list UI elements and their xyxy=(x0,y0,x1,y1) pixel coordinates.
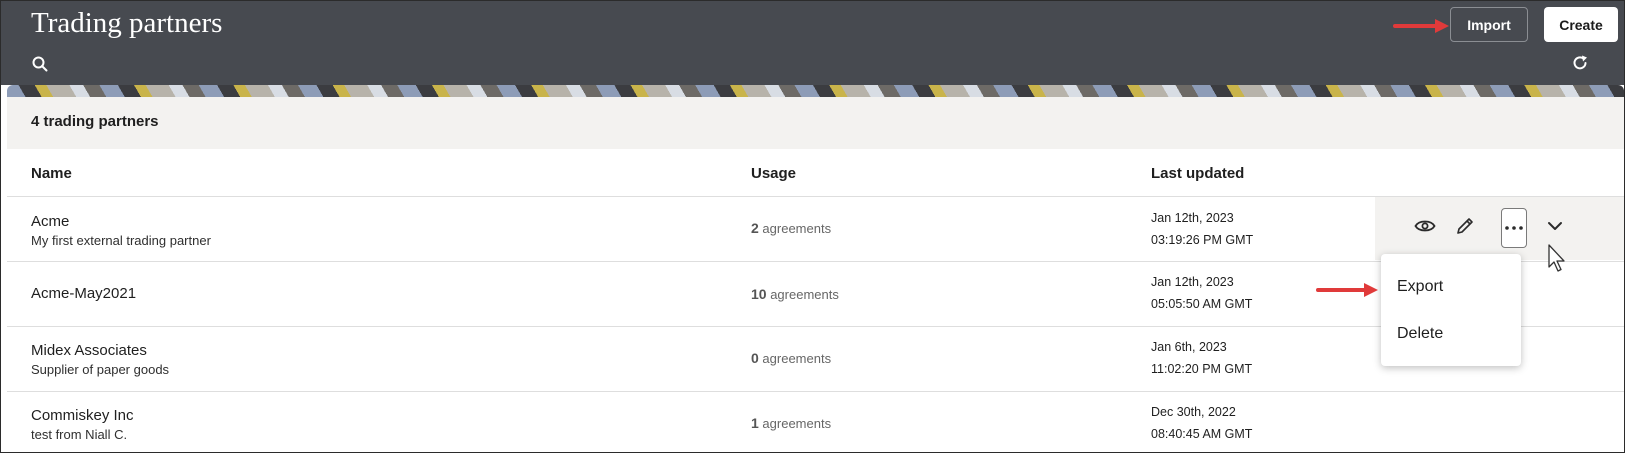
refresh-icon[interactable] xyxy=(1571,54,1589,72)
updated-time: 05:05:50 AM GMT xyxy=(1151,297,1253,311)
column-header-name[interactable]: Name xyxy=(31,165,72,182)
usage-unit: agreements xyxy=(762,416,832,431)
updated-date: Jan 12th, 2023 xyxy=(1151,211,1234,225)
ellipsis-icon xyxy=(1505,226,1523,230)
usage-unit: agreements xyxy=(770,287,839,302)
usage-cell: 0 agreements xyxy=(751,350,831,366)
usage-count: 10 xyxy=(751,286,767,302)
table-row[interactable]: Acme My first external trading partner 2… xyxy=(7,197,1624,262)
mouse-cursor-icon xyxy=(1548,244,1565,272)
delete-menu-item[interactable]: Delete xyxy=(1397,325,1443,343)
partner-description: Supplier of paper goods xyxy=(31,362,170,377)
usage-cell: 2 agreements xyxy=(751,220,831,236)
edit-pencil-icon[interactable] xyxy=(1453,214,1477,238)
partner-name[interactable]: Acme xyxy=(31,213,69,230)
row-actions xyxy=(1375,197,1624,260)
column-header-usage[interactable]: Usage xyxy=(751,165,796,182)
view-icon[interactable] xyxy=(1413,214,1437,238)
updated-time: 11:02:20 PM GMT xyxy=(1151,362,1253,376)
updated-date: Jan 6th, 2023 xyxy=(1151,340,1227,354)
partner-name[interactable]: Acme-May2021 xyxy=(31,285,136,302)
updated-time: 03:19:26 PM GMT xyxy=(1151,233,1254,247)
page-title: Trading partners xyxy=(31,7,223,39)
column-header-last-updated[interactable]: Last updated xyxy=(1151,165,1244,182)
usage-unit: agreements xyxy=(762,351,832,366)
page-header: Trading partners Import Create xyxy=(1,1,1624,85)
updated-time: 08:40:45 AM GMT xyxy=(1151,427,1253,441)
usage-cell: 1 agreements xyxy=(751,415,831,431)
updated-date: Jan 12th, 2023 xyxy=(1151,275,1234,289)
decorative-banner xyxy=(7,85,1624,97)
updated-date: Dec 30th, 2022 xyxy=(1151,405,1236,419)
import-button[interactable]: Import xyxy=(1450,7,1528,42)
export-menu-item[interactable]: Export xyxy=(1397,278,1443,296)
table-row[interactable]: Commiskey Inc test from Niall C. 1 agree… xyxy=(7,392,1624,452)
search-icon[interactable] xyxy=(31,55,49,73)
table-header: Name Usage Last updated xyxy=(7,149,1624,197)
partner-description: My first external trading partner xyxy=(31,233,211,248)
usage-unit: agreements xyxy=(762,221,832,236)
usage-count: 2 xyxy=(751,220,759,236)
partner-description: test from Niall C. xyxy=(31,427,128,442)
usage-count: 1 xyxy=(751,415,759,431)
arrow-pointer-icon xyxy=(1393,19,1449,33)
arrow-pointer-icon xyxy=(1316,283,1378,297)
usage-cell: 10 agreements xyxy=(751,286,839,302)
app-frame: Trading partners Import Create 4 trading… xyxy=(0,0,1625,453)
more-options-button[interactable] xyxy=(1501,208,1527,248)
partner-name[interactable]: Commiskey Inc xyxy=(31,407,134,424)
summary-bar: 4 trading partners xyxy=(7,97,1624,149)
row-actions-menu: Export Delete xyxy=(1381,254,1521,366)
usage-count: 0 xyxy=(751,350,759,366)
partner-count: 4 trading partners xyxy=(31,113,159,130)
chevron-down-icon[interactable] xyxy=(1543,214,1567,238)
create-button[interactable]: Create xyxy=(1544,7,1618,42)
partner-name[interactable]: Midex Associates xyxy=(31,342,147,359)
